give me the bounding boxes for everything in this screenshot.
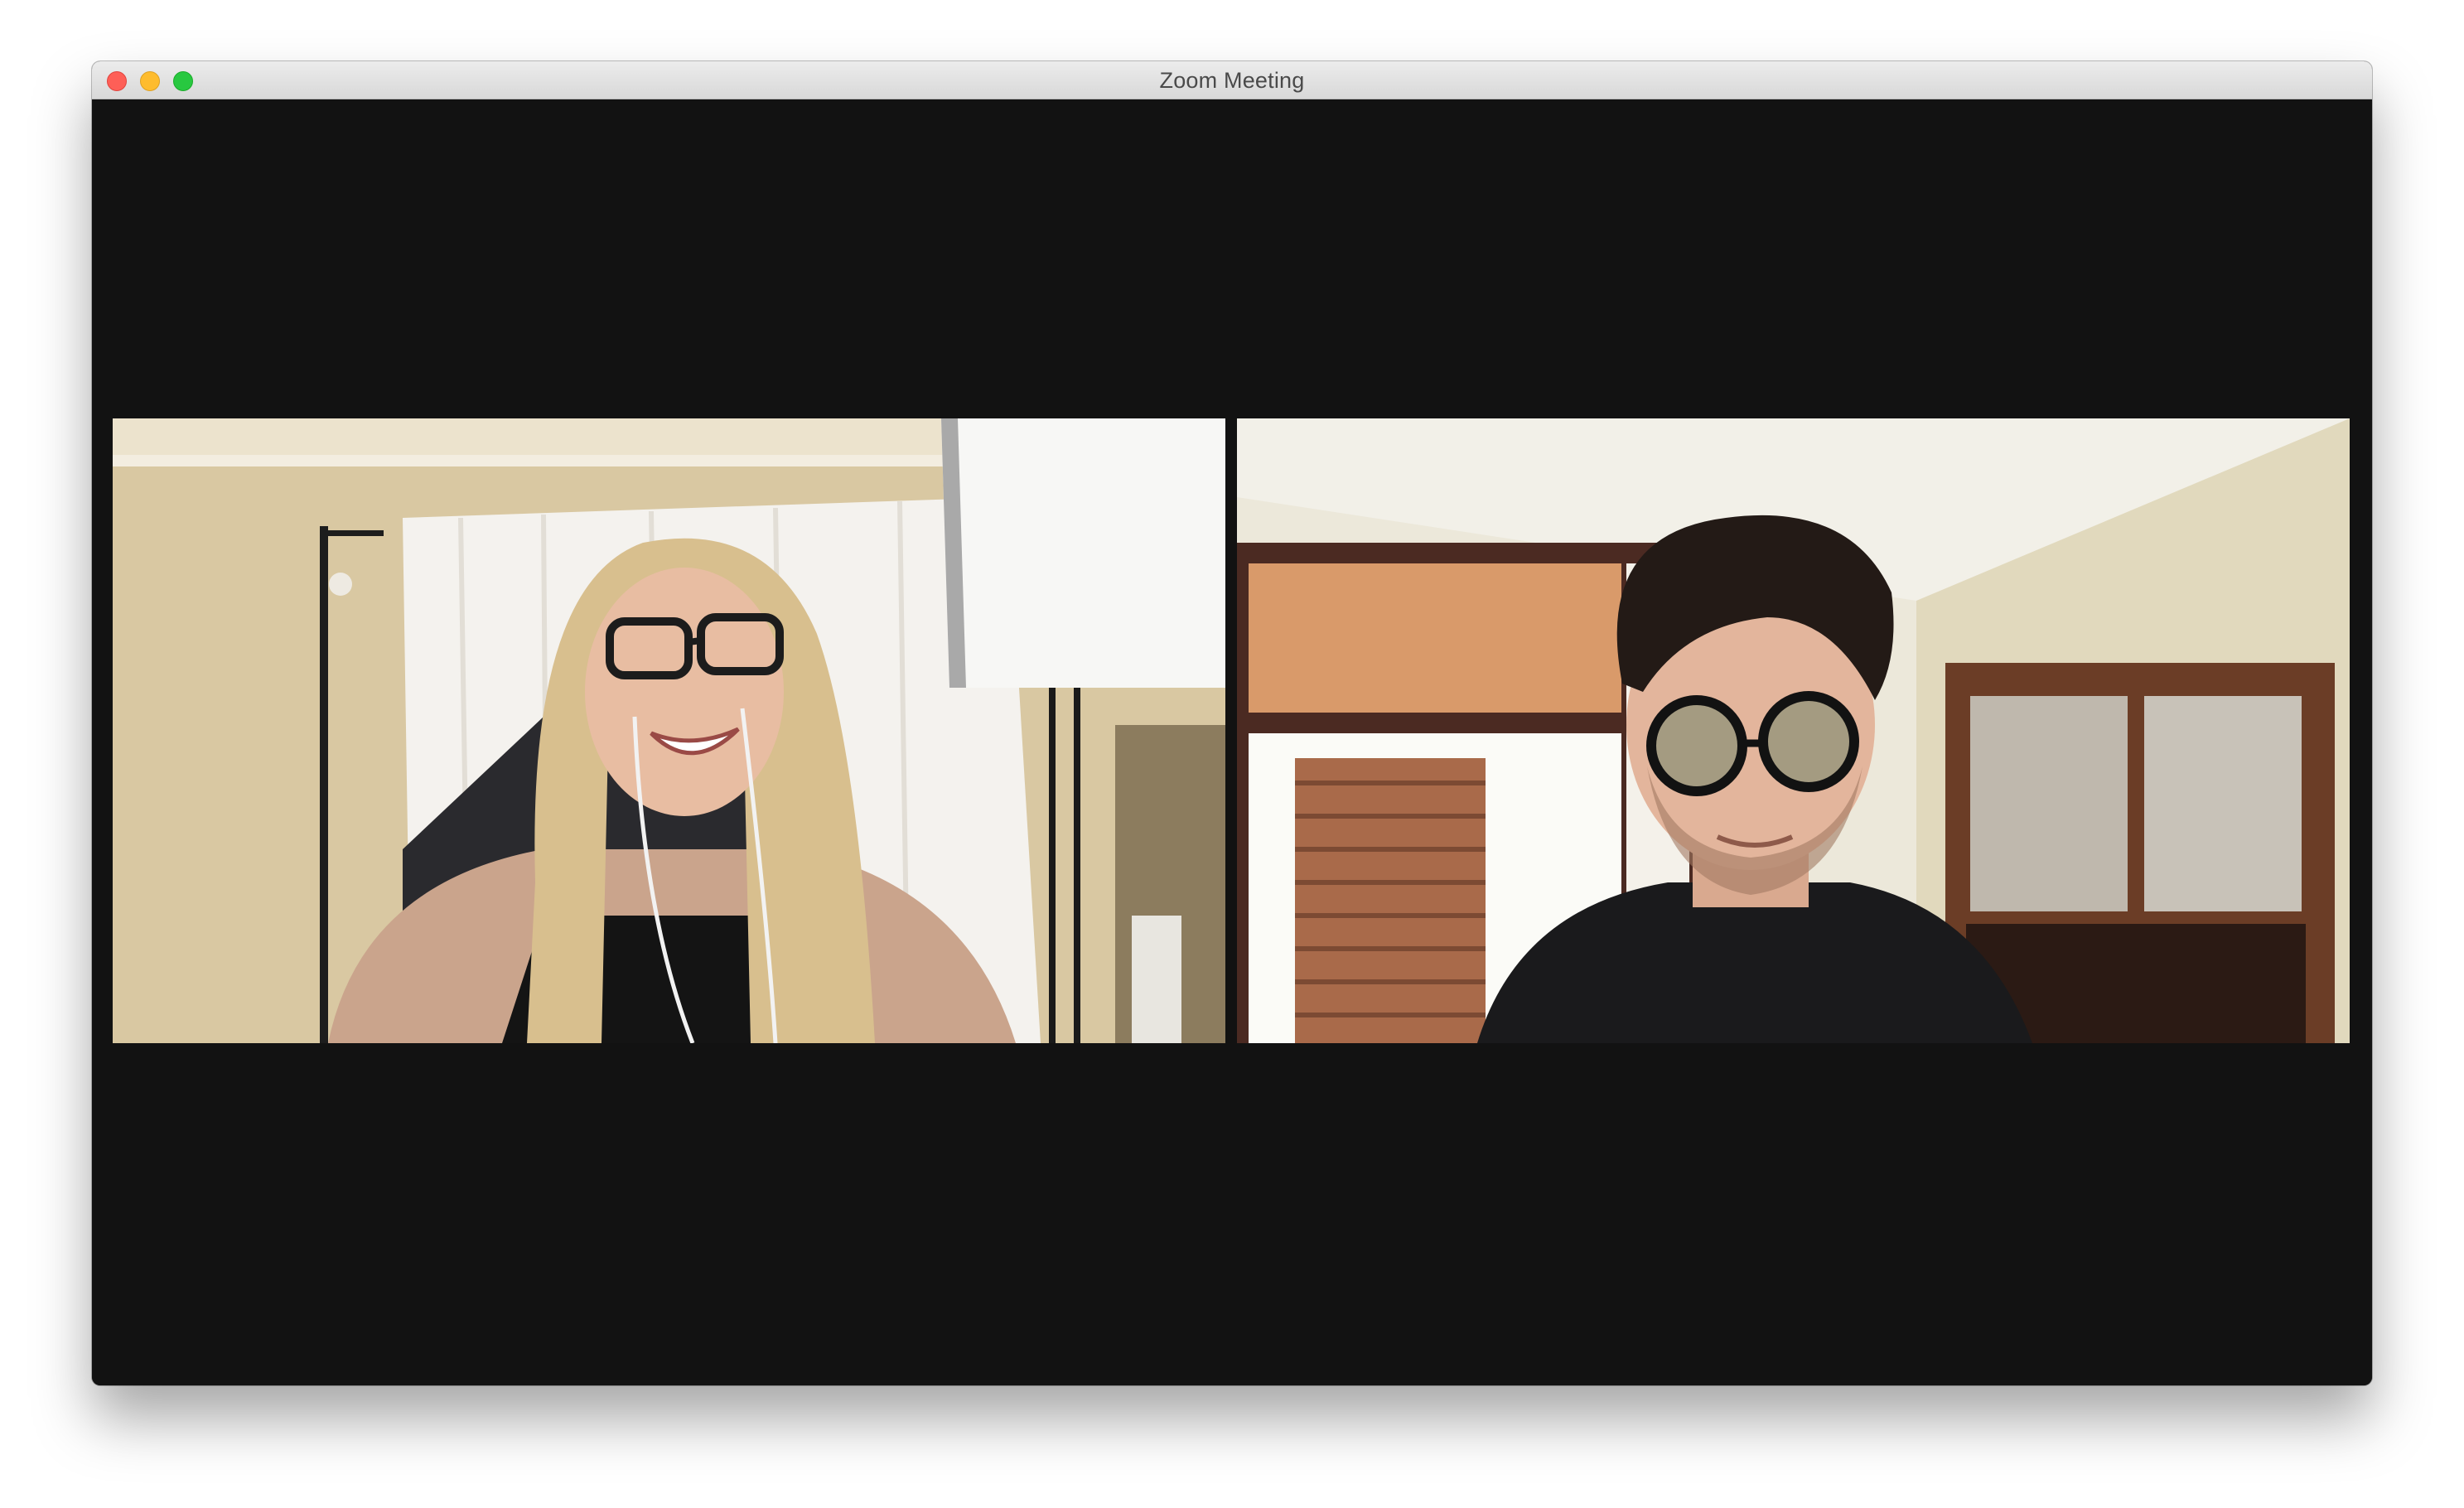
title-bar[interactable]: Zoom Meeting: [92, 61, 2372, 99]
participant-video-2[interactable]: [1237, 418, 2350, 1043]
participant-video-1-frame: [113, 418, 1225, 1043]
gallery-view: [92, 99, 2372, 1385]
zoom-meeting-window: Zoom Meeting: [92, 61, 2372, 1385]
window-title: Zoom Meeting: [1159, 68, 1305, 93]
participant-video-1[interactable]: [113, 418, 1225, 1043]
participant-video-2-frame: [1237, 418, 2350, 1043]
